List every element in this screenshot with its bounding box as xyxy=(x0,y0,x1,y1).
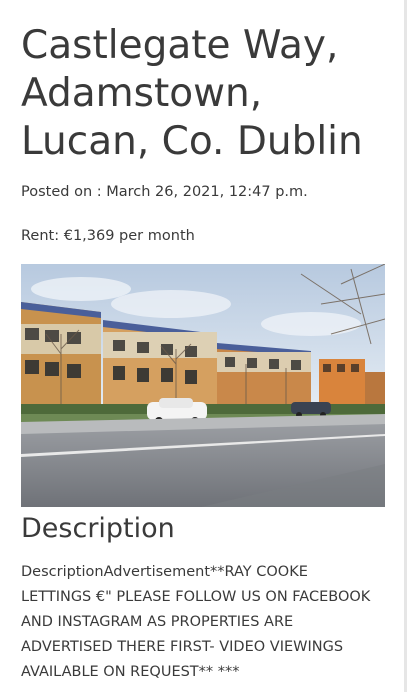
rent-price: Rent: €1,369 per month xyxy=(21,228,195,244)
listing-title: Castlegate Way, Adamstown, Lucan, Co. Du… xyxy=(21,23,363,164)
description-heading: Description xyxy=(21,513,175,544)
description-text: DescriptionAdvertisement**RAY COOKE LETT… xyxy=(21,564,371,680)
listing-content: Castlegate Way, Adamstown, Lucan, Co. Du… xyxy=(21,22,387,685)
posted-date: Posted on : March 26, 2021, 12:47 p.m. xyxy=(21,184,308,200)
property-photo xyxy=(21,264,385,507)
listing-page: Castlegate Way, Adamstown, Lucan, Co. Du… xyxy=(0,0,407,692)
